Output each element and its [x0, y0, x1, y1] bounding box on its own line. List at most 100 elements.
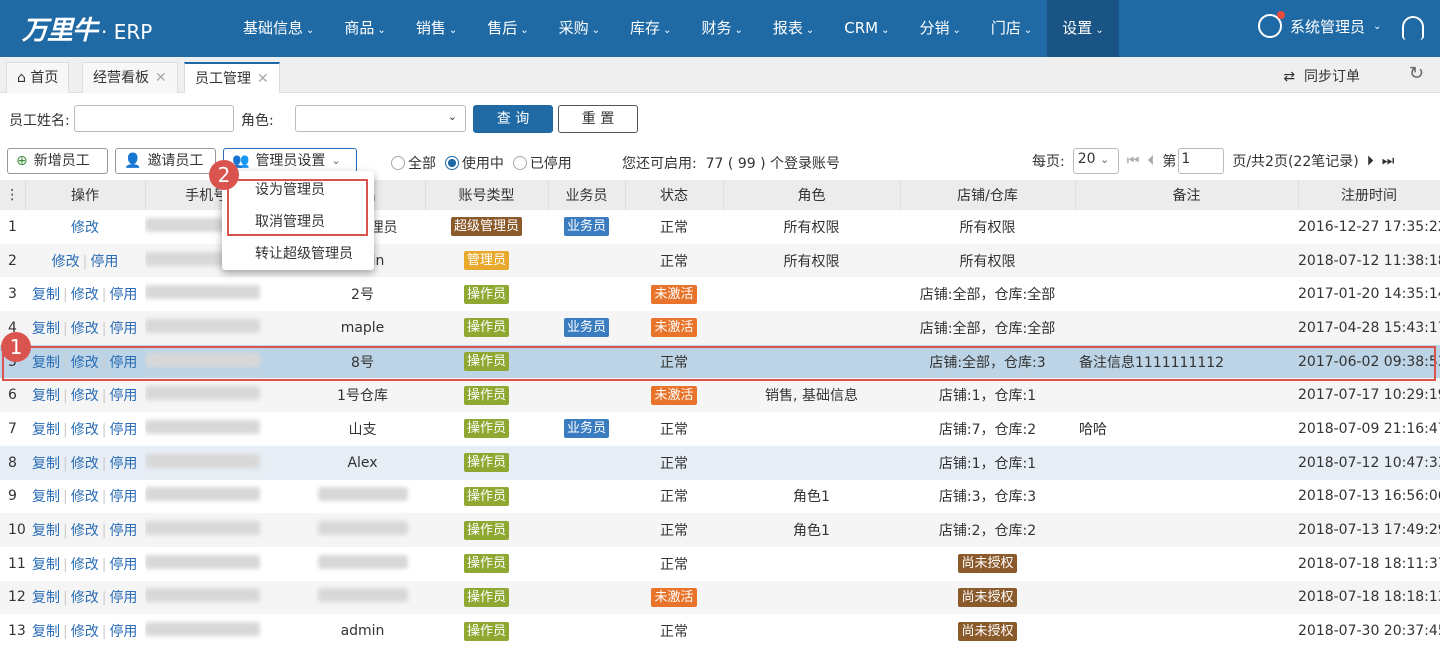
table-row[interactable]: 10 复制 | 修改 | 停用 操作员 正常 角色1 店铺:2，仓库:2 2018-07… — [0, 513, 1440, 547]
column-settings-icon[interactable]: ⋮ — [0, 180, 26, 210]
table-row[interactable]: 8 复制 | 修改 | 停用 Alex 操作员 正常 店铺:1，仓库:1 2018-07… — [0, 445, 1440, 480]
nav-item[interactable]: 门店 ⌄ — [976, 0, 1047, 57]
refresh-icon[interactable]: ↻ — [1409, 63, 1424, 84]
filter-all[interactable]: 全部 — [391, 156, 436, 172]
action-link[interactable]: 复制 — [32, 321, 60, 337]
reset-button[interactable]: 重 置 — [558, 105, 638, 133]
action-link[interactable]: 修改 — [71, 590, 99, 606]
table-row[interactable]: 2 修改|停用 admin 管理员 正常 所有权限 所有权限 2018-07-1… — [0, 243, 1440, 278]
action-link[interactable]: 停用 — [109, 287, 137, 303]
action-link[interactable]: 修改 — [71, 624, 99, 640]
close-icon[interactable]: ✕ — [257, 71, 269, 87]
table-row[interactable]: 3 复制 | 修改 | 停用 2号 操作员 未激活 店铺:全部，仓库:全部 2017-0… — [0, 277, 1440, 311]
first-page-icon[interactable]: ⏮ — [1127, 153, 1140, 169]
table-row[interactable]: 9 复制 | 修改 | 停用 操作员 正常 角色1 店铺:3，仓库:3 2018-07-… — [0, 480, 1440, 514]
invite-employee-button[interactable]: 👤 邀请员工 — [115, 148, 216, 174]
tab-home[interactable]: ⌂ 首页 — [6, 62, 70, 93]
next-page-icon[interactable]: ⏵ — [1367, 153, 1374, 169]
type-cell: 操作员 — [425, 513, 548, 547]
action-link[interactable]: 停用 — [109, 355, 137, 371]
action-link[interactable]: 复制 — [32, 388, 60, 404]
table-row[interactable]: 13 复制 | 修改 | 停用 admin 操作员 正常 尚未授权 2018-07-30… — [0, 614, 1440, 648]
add-employee-button[interactable]: ⊕ 新增员工 — [7, 148, 108, 174]
tab-employee-management[interactable]: 员工管理 ✕ — [184, 62, 280, 93]
action-link[interactable]: 修改 — [71, 523, 99, 539]
nav-item[interactable]: 分销 ⌄ — [904, 0, 975, 57]
store-cell: 店铺:全部，仓库:全部 — [919, 287, 1056, 304]
sync-orders-button[interactable]: ⇄ 同步订单 — [1283, 66, 1360, 86]
user-menu[interactable]: 系统管理员 ⌄ — [1258, 11, 1381, 38]
action-link[interactable]: 停用 — [109, 456, 137, 472]
role-select[interactable]: ⌄ — [295, 105, 466, 132]
per-page-select[interactable]: 20 ⌄ — [1072, 148, 1119, 174]
action-link[interactable]: 停用 — [109, 388, 137, 404]
filter-active[interactable]: 使用中 — [444, 156, 504, 172]
action-link[interactable]: 修改 — [71, 355, 99, 371]
close-icon[interactable]: ✕ — [155, 70, 167, 86]
action-link[interactable]: 修改 — [71, 557, 99, 573]
action-link[interactable]: 修改 — [52, 254, 80, 270]
tab-dashboard[interactable]: 经营看板 ✕ — [82, 62, 178, 93]
table-row[interactable]: 1 修改 系统管理员 超级管理员 业务员 正常 所有权限 所有权限 2016-1… — [0, 210, 1440, 244]
nav-item[interactable]: 报表 ⌄ — [758, 0, 829, 57]
action-link[interactable]: 修改 — [71, 388, 99, 404]
action-link[interactable]: 修改 — [71, 489, 99, 505]
action-link[interactable]: 停用 — [109, 523, 137, 539]
chevron-down-icon: ⌄ — [1023, 25, 1033, 36]
nav-item[interactable]: 财务 ⌄ — [686, 0, 757, 57]
action-link[interactable]: 复制 — [32, 287, 60, 303]
nav-item[interactable]: 基础信息 ⌄ — [228, 0, 329, 57]
headset-support-icon[interactable] — [1402, 16, 1424, 40]
nav-item[interactable]: 设置 ⌄ — [1047, 0, 1119, 57]
action-link[interactable]: 复制 — [32, 355, 60, 371]
action-link[interactable]: 复制 — [32, 624, 60, 640]
role-cell — [723, 614, 900, 648]
nav-item[interactable]: 售后 ⌄ — [472, 0, 543, 57]
type-cell: 操作员 — [425, 344, 548, 379]
table-row[interactable]: 4 复制 | 修改 | 停用 maple 操作员 业务员 未激活 店铺:全部，仓库:全部… — [0, 311, 1440, 345]
last-page-icon[interactable]: ⏭ — [1382, 153, 1395, 169]
table-row[interactable]: 5 复制|修改|停用 8号 操作员 正常 店铺:全部，仓库:3 备注信息1111… — [0, 344, 1440, 379]
query-button[interactable]: 查 询 — [473, 105, 553, 133]
time-cell: 2018-07-12 11:38:18 — [1298, 243, 1440, 278]
employee-name-input[interactable] — [74, 105, 234, 132]
nav-item[interactable]: CRM ⌄ — [829, 0, 904, 57]
action-link[interactable]: 停用 — [90, 254, 118, 270]
table-row[interactable]: 7 复制 | 修改 | 停用 山支 操作员 业务员 正常 店铺:7，仓库:2 哈哈 20… — [0, 412, 1440, 446]
action-link[interactable]: 修改 — [71, 456, 99, 472]
action-link[interactable]: 停用 — [109, 422, 137, 438]
phone-cell — [145, 513, 300, 547]
nav-item[interactable]: 商品 ⌄ — [329, 0, 400, 57]
transfer-super-admin-item[interactable]: 转让超级管理员 — [222, 238, 374, 270]
action-link[interactable]: 停用 — [109, 590, 137, 606]
note-cell: 哈哈 — [1079, 421, 1107, 438]
table-row[interactable]: 12 复制 | 修改 | 停用 操作员 未激活 尚未授权 2018-07-18 18:1… — [0, 580, 1440, 615]
table-row[interactable]: 11 复制 | 修改 | 停用 操作员 正常 尚未授权 2018-07-18 18:11… — [0, 547, 1440, 581]
action-link[interactable]: 修改 — [71, 220, 99, 236]
action-link[interactable]: 修改 — [71, 287, 99, 303]
table-row[interactable]: 6 复制 | 修改 | 停用 1号仓库 操作员 未激活 销售, 基础信息 店铺:1，仓库… — [0, 378, 1440, 413]
action-link[interactable]: 停用 — [109, 321, 137, 337]
filter-disabled[interactable]: 已停用 — [512, 156, 572, 172]
row-number: 6 — [0, 378, 25, 413]
action-link[interactable]: 停用 — [109, 489, 137, 505]
action-link[interactable]: 修改 — [71, 321, 99, 337]
action-link[interactable]: 修改 — [71, 422, 99, 438]
status-cell: 未激活 — [625, 378, 723, 413]
action-link[interactable]: 复制 — [32, 557, 60, 573]
nav-item[interactable]: 采购 ⌄ — [544, 0, 615, 57]
page-input[interactable]: 1 — [1178, 148, 1225, 174]
action-link[interactable]: 复制 — [32, 590, 60, 606]
action-link[interactable]: 复制 — [32, 456, 60, 472]
action-link[interactable]: 停用 — [109, 557, 137, 573]
prev-page-icon[interactable]: ⏴ — [1147, 153, 1154, 169]
user-icon: 👤 — [124, 153, 142, 169]
action-link[interactable]: 复制 — [32, 523, 60, 539]
action-link[interactable]: 复制 — [32, 489, 60, 505]
action-link[interactable]: 停用 — [109, 624, 137, 640]
action-link[interactable]: 复制 — [32, 422, 60, 438]
nav-item[interactable]: 销售 ⌄ — [401, 0, 472, 57]
nav-item[interactable]: 库存 ⌄ — [615, 0, 686, 57]
logo[interactable]: 万里牛 · ERP — [22, 10, 152, 47]
store-cell: 店铺:1，仓库:1 — [900, 378, 1075, 413]
